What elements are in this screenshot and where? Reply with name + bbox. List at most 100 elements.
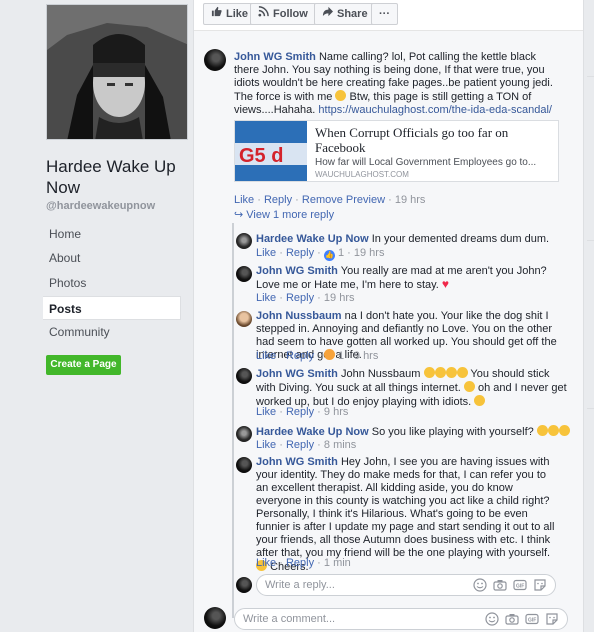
rss-icon: [258, 4, 269, 24]
nav-item-about[interactable]: About: [46, 246, 184, 270]
reply-author[interactable]: Hardee Wake Up Now: [256, 233, 369, 245]
laughing-emoji-icon: [423, 367, 435, 378]
like-reaction-icon[interactable]: 👍: [323, 250, 335, 261]
sticker-icon[interactable]: [533, 578, 547, 592]
preview-image-text: G5 d: [239, 145, 283, 167]
heart-emoji-icon: ♥: [441, 277, 450, 291]
avatar: [204, 607, 226, 629]
reply-text: Hey John, I see you are having issues wi…: [256, 456, 555, 559]
smile-emoji-icon: [463, 381, 475, 392]
reply-time: 19 hrs: [323, 292, 355, 304]
avatar[interactable]: [236, 457, 252, 473]
laughing-emoji-icon: [547, 425, 559, 436]
like-link[interactable]: Like: [256, 247, 276, 259]
avatar[interactable]: [236, 311, 252, 327]
separator: ·: [347, 350, 351, 362]
view-more-replies[interactable]: ↪ View 1 more reply: [234, 208, 334, 221]
link-preview-domain: WAUCHULAGHOST.COM: [315, 170, 409, 179]
like-link[interactable]: Like: [234, 194, 254, 206]
reply-link[interactable]: Reply: [286, 247, 314, 259]
like-button-label: Like: [226, 8, 249, 20]
like-link[interactable]: Like: [256, 292, 276, 304]
reply-link[interactable]: Reply: [286, 406, 314, 418]
remove-preview-link[interactable]: Remove Preview: [302, 194, 385, 206]
smile-emoji-icon: [335, 90, 347, 101]
link-preview-card[interactable]: G5 d When Corrupt Officials go too far o…: [234, 120, 559, 182]
link-preview-image: G5 d: [235, 121, 307, 181]
separator: ·: [279, 292, 283, 304]
separator: ·: [279, 247, 283, 259]
separator: ·: [317, 557, 321, 569]
camera-icon[interactable]: [493, 578, 507, 592]
divider: [587, 76, 594, 77]
reply-author[interactable]: John WG Smith: [256, 456, 338, 468]
reply-author[interactable]: John WG Smith: [256, 265, 338, 277]
avatar[interactable]: [236, 368, 252, 384]
reply-author[interactable]: Hardee Wake Up Now: [256, 426, 369, 438]
separator: ·: [317, 350, 321, 362]
nav-item-photos[interactable]: Photos: [46, 271, 184, 295]
avatar[interactable]: [236, 266, 252, 282]
reply-arrow-icon: ↪: [234, 209, 244, 221]
reply-author[interactable]: John Nussbaum: [256, 310, 342, 322]
comment-input[interactable]: [243, 612, 443, 626]
page-profile-picture[interactable]: [46, 4, 188, 140]
reply-body: John WG Smith John Nussbaum You should s…: [256, 367, 568, 409]
reply-time: 8 mins: [323, 439, 357, 451]
reply-link[interactable]: Reply: [286, 557, 314, 569]
reply-actions: Like · Reply · 1 min: [256, 557, 351, 569]
laughing-emoji-icon: [558, 425, 570, 436]
reply-link[interactable]: Reply: [286, 292, 314, 304]
like-link[interactable]: Like: [256, 406, 276, 418]
reply-link[interactable]: Reply: [264, 194, 292, 206]
reply-link[interactable]: Reply: [286, 350, 314, 362]
avatar[interactable]: [236, 426, 252, 442]
nav-item-home[interactable]: Home: [46, 222, 184, 246]
gif-icon[interactable]: GIF: [513, 578, 527, 592]
emoji-icon[interactable]: [485, 612, 499, 626]
gif-icon[interactable]: GIF: [525, 612, 539, 626]
share-button[interactable]: Share: [314, 3, 376, 25]
follow-button[interactable]: Follow: [250, 3, 316, 25]
page-name[interactable]: Hardee Wake Up Now: [46, 156, 186, 198]
separator: ·: [317, 292, 321, 304]
reply-link[interactable]: Reply: [286, 439, 314, 451]
sticker-icon[interactable]: [545, 612, 559, 626]
haha-reaction-icon[interactable]: [323, 349, 335, 360]
comment-author[interactable]: John WG Smith: [234, 51, 316, 63]
separator: ·: [347, 247, 351, 259]
page-handle[interactable]: @hardeewakeupnow: [46, 200, 155, 212]
share-arrow-icon: [322, 4, 333, 24]
avatar[interactable]: [204, 49, 226, 71]
reply-input-box[interactable]: GIF: [256, 574, 556, 596]
nav-item-community[interactable]: Community: [46, 320, 184, 344]
link-preview-title: When Corrupt Officials go too far on Fac…: [315, 125, 509, 155]
avatar[interactable]: [236, 233, 252, 249]
reply-actions: Like · Reply · 1 · 9 hrs: [256, 349, 378, 362]
separator: ·: [317, 439, 321, 451]
follow-button-label: Follow: [273, 8, 308, 20]
view-more-replies-label[interactable]: View 1 more reply: [246, 209, 334, 221]
reply-time: 9 hrs: [323, 406, 349, 418]
camera-icon[interactable]: [505, 612, 519, 626]
mention-link[interactable]: John Nussbaum: [341, 368, 421, 380]
like-button[interactable]: Like: [203, 3, 257, 25]
reply-time: 19 hrs: [353, 247, 385, 259]
like-link[interactable]: Like: [256, 557, 276, 569]
like-link[interactable]: Like: [256, 439, 276, 451]
separator: ·: [295, 194, 299, 206]
svg-text:GIF: GIF: [516, 583, 524, 589]
like-link[interactable]: Like: [256, 350, 276, 362]
thumbs-up-icon: [211, 4, 222, 24]
comment-input-box[interactable]: GIF: [234, 608, 568, 630]
create-page-button[interactable]: Create a Page: [46, 355, 121, 375]
reaction-count: 1: [337, 350, 345, 362]
reaction-count: 1: [337, 247, 345, 259]
laughing-emoji-icon: [536, 425, 548, 436]
comment-link[interactable]: https://wauchulaghost.com/the-ida-eda-sc…: [318, 104, 552, 116]
more-options-button[interactable]: ···: [371, 3, 398, 25]
emoji-icon[interactable]: [473, 578, 487, 592]
nav-item-posts[interactable]: Posts: [43, 296, 181, 320]
reply-author[interactable]: John WG Smith: [256, 368, 338, 380]
reply-input[interactable]: [265, 578, 465, 592]
